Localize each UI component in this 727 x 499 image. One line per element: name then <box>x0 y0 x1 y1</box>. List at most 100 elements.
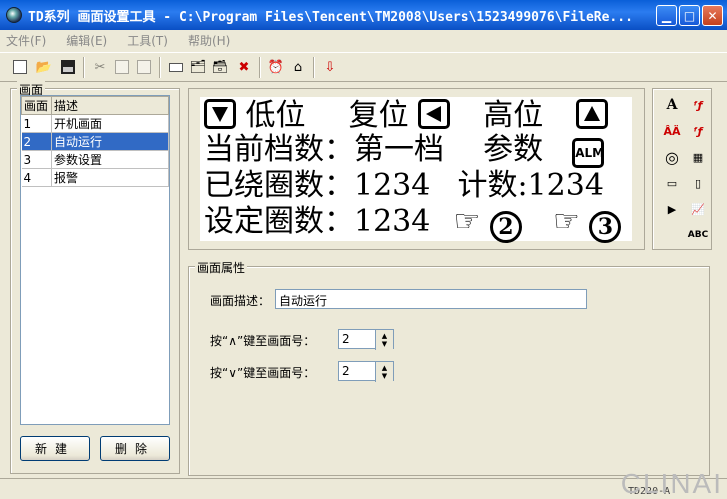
lcd-row-3: 已绕圈数：1234 计数:1234 <box>204 169 604 203</box>
paste-icon <box>137 60 151 74</box>
delete-screen-button[interactable]: ✖ <box>234 57 254 77</box>
maximize-button[interactable]: □ <box>679 5 700 26</box>
copy-screen-icon: 🗃 <box>211 59 229 75</box>
cell-screen-no: 1 <box>21 114 52 133</box>
download-icon: ⇩ <box>324 59 336 75</box>
key-tool-icon[interactable]: ▶ <box>661 199 683 219</box>
column-header-description[interactable]: 描述 <box>51 96 169 115</box>
edit-screen-icon: 🗂 <box>189 59 207 75</box>
bitmap-tool-icon[interactable]: ▦ <box>687 147 709 167</box>
circled-2-icon: 2 <box>489 211 522 243</box>
function-tool-icon[interactable]: ᶠƒ <box>687 121 709 141</box>
window-title: TD系列 画面设置工具 - C:\Program Files\Tencent\T… <box>28 9 633 25</box>
add-screen-button[interactable] <box>166 57 186 77</box>
down-key-spinbox[interactable]: 2 ▲ ▼ <box>338 361 394 382</box>
counter-tool-icon[interactable]: ▯ <box>687 173 709 193</box>
copy-button[interactable] <box>112 57 132 77</box>
table-row[interactable]: 4 报警 <box>21 168 169 187</box>
spinner-arrows-icon[interactable]: ▲ ▼ <box>375 362 393 382</box>
cell-description: 开机画面 <box>51 114 169 133</box>
column-header-screen[interactable]: 画面 <box>21 96 52 115</box>
screen-icon <box>169 62 183 72</box>
new-file-icon <box>13 60 27 74</box>
delete-screen-button-bottom[interactable]: 删除 <box>100 436 170 461</box>
alarm-clock-icon: ⏰ <box>267 59 285 75</box>
circled-3-icon: 3 <box>589 211 622 243</box>
watermark: CLINAI <box>620 468 723 499</box>
screens-table: 画面 描述 1 开机画面 2 自动运行 3 参数设置 4 报警 <box>21 96 169 187</box>
home-button[interactable]: ⌂ <box>288 57 308 77</box>
copy-screen-button[interactable]: 🗃 <box>210 57 230 77</box>
close-icon: ✕ <box>707 8 718 23</box>
screens-list[interactable]: 画面 描述 1 开机画面 2 自动运行 3 参数设置 4 报警 <box>20 95 170 425</box>
lcd-high-label: 高位 <box>483 98 544 133</box>
minimize-button[interactable]: ▁ <box>656 5 677 26</box>
cell-description: 报警 <box>51 168 169 187</box>
paste-button[interactable] <box>134 57 154 77</box>
open-button[interactable]: 📂 <box>34 57 54 77</box>
menu-bar: 文件(F) 编辑(E) 工具(T) 帮助(H) <box>0 30 727 50</box>
close-button[interactable]: ✕ <box>702 5 723 26</box>
menu-edit[interactable]: 编辑(E) <box>60 32 113 49</box>
download-button[interactable]: ⇩ <box>320 57 340 77</box>
lcd-params-label: 参数 <box>483 132 544 167</box>
cell-description: 参数设置 <box>51 150 169 169</box>
new-file-button[interactable] <box>10 57 30 77</box>
spinner-arrows-icon[interactable]: ▲ ▼ <box>375 330 393 350</box>
menu-help[interactable]: 帮助(H) <box>182 32 236 49</box>
table-row[interactable]: 1 开机画面 <box>21 114 169 133</box>
scissors-icon: ✂ <box>94 59 106 75</box>
toolbar: 📂 ✂ 🗂 🗃 ✖ ⏰ ⌂ ⇩ <box>0 52 727 82</box>
lcd-row-4: 设定圈数：1234 ☞ 2 ☞ 3 <box>204 204 622 243</box>
down-arrow-key-icon <box>204 99 236 129</box>
abc-tool-button[interactable]: ABC <box>687 225 709 245</box>
dynamic-text-tool-icon[interactable]: ÂÄ <box>661 121 683 141</box>
input-tool-icon[interactable]: ▭ <box>661 173 683 193</box>
description-input[interactable]: 自动运行 <box>275 289 587 309</box>
pointing-hand-icon: ☞ <box>553 204 580 239</box>
lcd-low-label: 低位 <box>245 98 306 133</box>
save-button[interactable] <box>58 57 78 77</box>
left-arrow-key-icon <box>418 99 451 129</box>
text-tool-button[interactable]: A <box>661 95 683 115</box>
cut-button[interactable]: ✂ <box>90 57 110 77</box>
menu-file[interactable]: 文件(F) <box>0 32 52 49</box>
table-row-selected[interactable]: 2 自动运行 <box>21 132 169 151</box>
folder-icon: 📂 <box>35 59 53 75</box>
up-key-label: 按“∧”键至画面号： <box>210 334 316 348</box>
lcd-current-gear: 当前档数：第一档 <box>204 132 444 167</box>
variable-text-tool-icon[interactable]: ᶠƒ <box>687 95 709 115</box>
home-icon: ⌂ <box>293 59 303 75</box>
properties-group-label: 画面属性 <box>195 259 248 276</box>
trend-tool-icon[interactable]: 📈 <box>687 199 709 219</box>
cell-screen-no: 2 <box>21 132 52 151</box>
lcd-wound-count: 已绕圈数：1234 <box>204 168 431 203</box>
alarm-button[interactable]: ⏰ <box>266 57 286 77</box>
down-key-value: 2 <box>342 364 350 378</box>
lcd-preview[interactable]: 低位 复位 高位 当前档数：第一档 参数 ALM 已绕圈数：1234 计数:12… <box>200 97 632 243</box>
lcd-set-count: 设定圈数：1234 <box>204 204 431 239</box>
lcd-reset-label: 复位 <box>348 98 409 133</box>
pointing-hand-icon: ☞ <box>453 204 481 239</box>
lcd-counter: 计数:1234 <box>457 168 604 203</box>
app-icon[interactable] <box>6 7 22 23</box>
up-key-spinbox[interactable]: 2 ▲ ▼ <box>338 329 394 350</box>
new-screen-button[interactable]: 新建 <box>20 436 90 461</box>
element-palette: A ᶠƒ ÂÄ ᶠƒ ◎ ▦ ▭ ▯ ▶ 📈 ABC <box>652 88 712 250</box>
delete-screen-icon: ✖ <box>238 59 250 75</box>
copy-icon <box>115 60 129 74</box>
maximize-icon: □ <box>683 8 696 23</box>
down-key-label: 按“∨”键至画面号： <box>210 366 316 380</box>
status-bar <box>0 478 727 499</box>
cell-description: 自动运行 <box>51 132 169 151</box>
lamp-tool-icon[interactable]: ◎ <box>661 147 683 167</box>
alm-key-icon: ALM <box>572 138 605 168</box>
minimize-icon: ▁ <box>661 8 672 23</box>
up-arrow-key-icon <box>576 99 609 129</box>
title-bar[interactable]: TD系列 画面设置工具 - C:\Program Files\Tencent\T… <box>0 0 727 30</box>
table-row[interactable]: 3 参数设置 <box>21 150 169 169</box>
edit-screen-button[interactable]: 🗂 <box>188 57 208 77</box>
cell-screen-no: 3 <box>21 150 52 169</box>
description-label: 画面描述： <box>210 294 271 308</box>
menu-tools[interactable]: 工具(T) <box>121 32 174 49</box>
